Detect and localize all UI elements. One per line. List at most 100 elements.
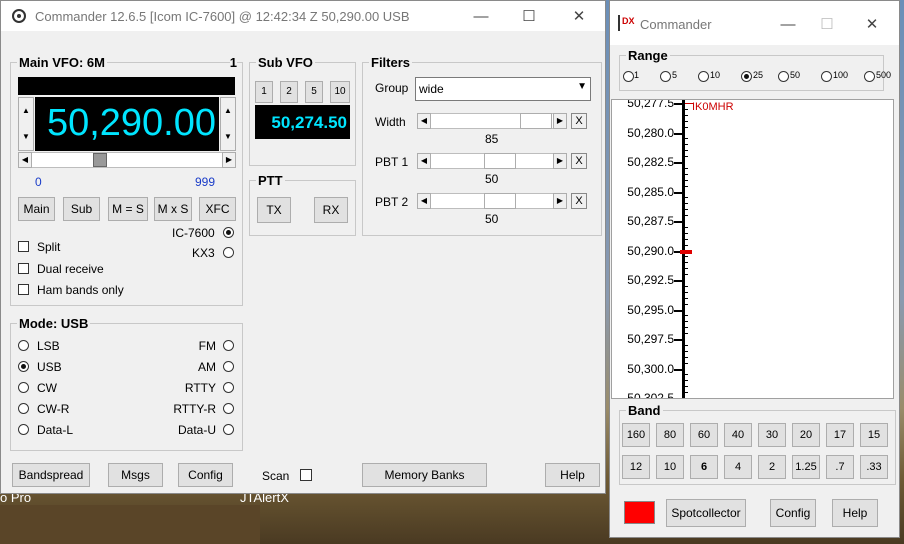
mode-label: RTTY xyxy=(184,381,216,395)
band-button[interactable]: 2 xyxy=(758,455,786,479)
tx-button[interactable]: TX xyxy=(257,197,291,223)
help-button[interactable]: Help xyxy=(545,463,600,487)
range-radio[interactable] xyxy=(741,71,752,82)
scan-checkbox[interactable] xyxy=(300,469,312,481)
band-button[interactable]: 12 xyxy=(622,455,650,479)
mode-radio[interactable] xyxy=(18,340,29,351)
band-button[interactable]: .7 xyxy=(826,455,854,479)
m-swap-s-button[interactable]: M x S xyxy=(154,197,192,221)
radio-ic7600[interactable] xyxy=(223,227,234,238)
dual-receive-checkbox[interactable] xyxy=(18,263,29,274)
slider-right-arrow[interactable]: ▶ xyxy=(553,153,567,169)
minor-tick xyxy=(682,386,688,388)
band-button[interactable]: .33 xyxy=(860,455,888,479)
filters-title: Filters xyxy=(369,55,413,70)
band-button[interactable]: 80 xyxy=(656,423,684,447)
dx-maximize-button[interactable]: ☐ xyxy=(805,13,849,37)
minor-tick xyxy=(682,232,688,234)
rx-button[interactable]: RX xyxy=(314,197,348,223)
minimize-button[interactable]: — xyxy=(459,5,503,29)
filter-slider[interactable]: ◀ ▶ xyxy=(417,193,567,209)
filter-slider[interactable]: ◀ ▶ xyxy=(417,113,567,129)
filter-reset-button[interactable]: X xyxy=(571,113,587,129)
band-button[interactable]: 160 xyxy=(622,423,650,447)
band-button[interactable]: 40 xyxy=(724,423,752,447)
minor-tick xyxy=(682,380,688,382)
mode-radio[interactable] xyxy=(18,424,29,435)
filter-slider[interactable]: ◀ ▶ xyxy=(417,153,567,169)
mode-radio[interactable] xyxy=(223,382,234,393)
sub-button[interactable]: Sub xyxy=(63,197,100,221)
sub-vfo-display[interactable]: 50,274.50 xyxy=(255,105,350,139)
mode-radio[interactable] xyxy=(223,361,234,372)
bandspread-button[interactable]: Bandspread xyxy=(12,463,90,487)
ham-bands-only-checkbox[interactable] xyxy=(18,284,29,295)
main-vfo-frequency: 50,290.00 xyxy=(46,102,216,144)
band-button[interactable]: 4 xyxy=(724,455,752,479)
band-button[interactable]: 20 xyxy=(792,423,820,447)
spectrum-panel[interactable]: 50,277.5 50,280.0 50,282.5 50,285.0 50,287.5… xyxy=(611,99,894,399)
main-button[interactable]: Main xyxy=(18,197,55,221)
band-button[interactable]: 15 xyxy=(860,423,888,447)
slider-left-arrow[interactable]: ◀ xyxy=(417,113,431,129)
dx-spot-label[interactable]: IK0MHR xyxy=(692,101,734,113)
spotcollector-button[interactable]: Spotcollector xyxy=(666,499,746,527)
band-button[interactable]: 30 xyxy=(758,423,786,447)
slider-left-arrow[interactable]: ◀ xyxy=(18,152,32,168)
mode-radio[interactable] xyxy=(223,424,234,435)
slider-thumb[interactable] xyxy=(520,113,552,129)
slider-thumb[interactable] xyxy=(484,153,516,169)
filter-reset-button[interactable]: X xyxy=(571,193,587,209)
slider-right-arrow[interactable]: ▶ xyxy=(553,193,567,209)
close-button[interactable]: ✕ xyxy=(557,5,601,29)
band-button[interactable]: 10 xyxy=(656,455,684,479)
slider-thumb[interactable] xyxy=(484,193,516,209)
slider-left-arrow[interactable]: ◀ xyxy=(417,193,431,209)
xfc-button[interactable]: XFC xyxy=(199,197,236,221)
range-radio[interactable] xyxy=(660,71,671,82)
dx-minimize-button[interactable]: — xyxy=(766,13,810,37)
sub-step-1-button[interactable]: 1 xyxy=(255,81,273,103)
minor-tick xyxy=(682,297,688,299)
dx-help-button[interactable]: Help xyxy=(832,499,878,527)
main-vfo-spinner-right[interactable]: ▲ ▼ xyxy=(220,97,236,151)
mode-radio[interactable] xyxy=(223,403,234,414)
mode-radio[interactable] xyxy=(18,361,29,372)
slider-right-arrow[interactable]: ▶ xyxy=(222,152,236,168)
range-radio[interactable] xyxy=(778,71,789,82)
sub-step-5-button[interactable]: 5 xyxy=(305,81,323,103)
band-button[interactable]: 1.25 xyxy=(792,455,820,479)
sub-step-10-button[interactable]: 10 xyxy=(330,81,350,103)
slider-left-arrow[interactable]: ◀ xyxy=(417,153,431,169)
mode-radio[interactable] xyxy=(18,382,29,393)
msgs-button[interactable]: Msgs xyxy=(108,463,163,487)
range-radio[interactable] xyxy=(821,71,832,82)
slider-thumb[interactable] xyxy=(93,153,107,167)
sub-step-2-button[interactable]: 2 xyxy=(280,81,298,103)
m-equals-s-button[interactable]: M = S xyxy=(108,197,148,221)
range-radio[interactable] xyxy=(623,71,634,82)
memory-banks-button[interactable]: Memory Banks xyxy=(362,463,487,487)
filter-slider-label: PBT 2 xyxy=(375,195,409,209)
radio-kx3[interactable] xyxy=(223,247,234,258)
split-checkbox[interactable] xyxy=(18,241,29,252)
band-button[interactable]: 60 xyxy=(690,423,718,447)
main-vfo-spinner-left[interactable]: ▲ ▼ xyxy=(18,97,34,151)
config-button[interactable]: Config xyxy=(178,463,233,487)
range-radio[interactable] xyxy=(698,71,709,82)
frequency-tick-label: 50,287.5 xyxy=(627,214,674,228)
band-button[interactable]: 6 xyxy=(690,455,718,479)
mode-label: FM xyxy=(198,339,216,353)
mode-radio[interactable] xyxy=(18,403,29,414)
range-radio[interactable] xyxy=(864,71,875,82)
band-button[interactable]: 17 xyxy=(826,423,854,447)
dx-config-button[interactable]: Config xyxy=(770,499,816,527)
slider-right-arrow[interactable]: ▶ xyxy=(553,113,567,129)
group-select[interactable]: wide ▼ xyxy=(415,77,591,101)
dx-close-button[interactable]: ✕ xyxy=(850,13,894,37)
main-vfo-slider[interactable]: ◀ ▶ xyxy=(18,152,236,168)
filter-reset-button[interactable]: X xyxy=(571,153,587,169)
main-vfo-display[interactable]: 50,290.00 xyxy=(35,97,219,151)
mode-radio[interactable] xyxy=(223,340,234,351)
maximize-button[interactable]: ☐ xyxy=(507,5,551,29)
